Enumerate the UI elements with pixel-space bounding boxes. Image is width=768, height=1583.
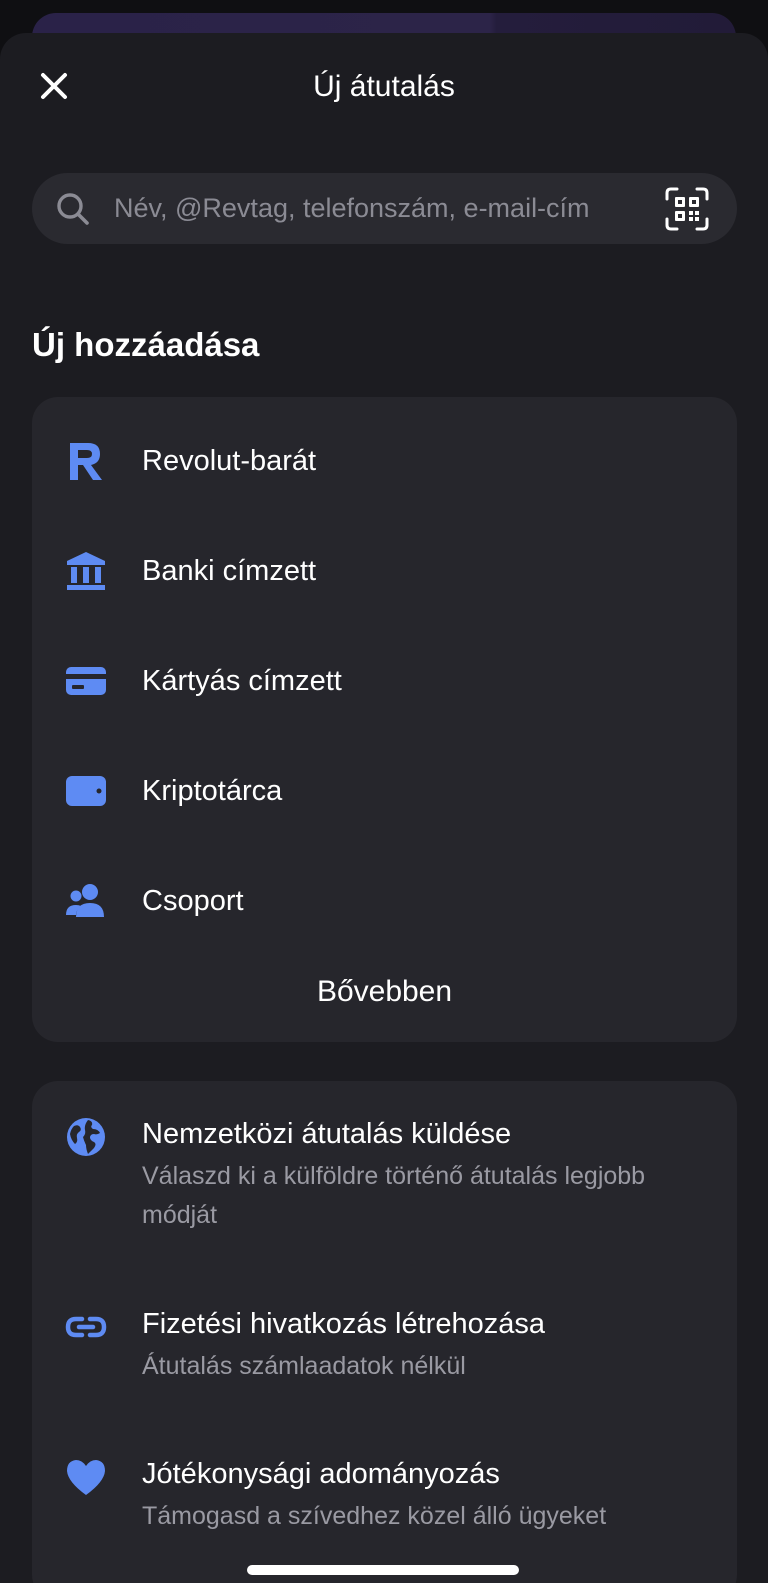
revolut-logo-icon [70,443,102,480]
list-item-label: Banki címzett [142,555,317,587]
list-item-group[interactable]: Csoport [32,871,737,931]
search-input[interactable] [114,173,654,244]
home-indicator[interactable] [247,1565,519,1575]
list-item-subtitle: Támogasd a szívedhez közel álló ügyeket [142,1502,607,1530]
list-item-charity-donation[interactable]: Jótékonysági adományozás Támogasd a szív… [32,1451,737,1541]
search-icon [57,193,89,225]
page-title: Új átutalás [313,70,455,103]
list-item-international-transfer[interactable]: Nemzetközi átutalás küldése Válaszd ki a… [32,1111,737,1241]
list-item-label: Kriptotárca [142,775,283,807]
group-icon [66,884,104,917]
search-bar[interactable] [32,173,737,244]
wallet-icon [66,776,106,806]
link-icon [65,1316,107,1338]
qr-scan-icon[interactable] [664,186,710,232]
heart-icon [67,1460,105,1495]
bank-icon [67,552,105,590]
globe-icon [67,1118,105,1156]
list-item-card-recipient[interactable]: Kártyás címzett [32,651,737,711]
list-item-crypto-wallet[interactable]: Kriptotárca [32,761,737,821]
list-item-label: Nemzetközi átutalás küldése [142,1118,512,1150]
section-title-add-new: Új hozzáadása [32,326,260,363]
list-item-label: Jótékonysági adományozás [142,1458,500,1490]
add-new-card: Revolut-barát Banki címzett Kártyás címz… [32,397,737,1042]
list-item-label: Kártyás címzett [142,665,342,697]
list-item-revolut-friend[interactable]: Revolut-barát [32,431,737,491]
list-item-subtitle: Válaszd ki a külföldre történő átutalás … [142,1162,646,1229]
show-more-button[interactable]: Bővebben [32,967,737,1017]
list-item-payment-link[interactable]: Fizetési hivatkozás létrehozása Átutalás… [32,1301,737,1391]
card-icon [66,667,106,695]
list-item-label: Csoport [142,885,244,917]
transfer-options-card: Nemzetközi átutalás küldése Válaszd ki a… [32,1081,737,1583]
list-item-label: Revolut-barát [142,445,317,477]
new-transfer-sheet: Új átutalás Név, @Revtag, telefonszám, e… [0,33,768,1583]
list-item-subtitle: Átutalás számlaadatok nélkül [142,1352,466,1380]
list-item-label: Fizetési hivatkozás létrehozása [142,1308,545,1340]
list-item-bank-recipient[interactable]: Banki címzett [32,541,737,601]
